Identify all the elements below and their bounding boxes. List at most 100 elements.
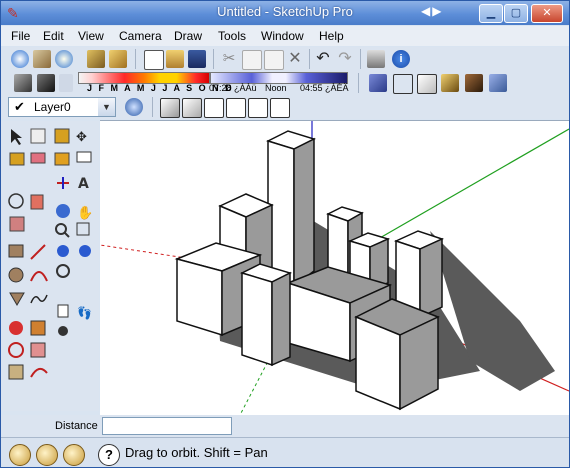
- line-icon[interactable]: [30, 244, 46, 260]
- pan-icon[interactable]: [56, 204, 70, 218]
- shadow-toolbar-grip: [59, 74, 73, 92]
- menu-camera[interactable]: Camera: [119, 29, 162, 43]
- delete-icon[interactable]: ✕: [286, 50, 304, 68]
- front-right-building[interactable]: [354, 298, 440, 411]
- toolbar-separator: [135, 49, 136, 69]
- print-icon[interactable]: [367, 50, 385, 68]
- tape-measure-icon[interactable]: [57, 304, 69, 318]
- arc-icon[interactable]: [30, 271, 48, 282]
- distance-input[interactable]: [102, 417, 232, 435]
- display-shadows-icon[interactable]: [37, 74, 55, 92]
- menu-window[interactable]: Window: [261, 29, 304, 43]
- layer-dropdown[interactable]: ✔ Layer0 ▼: [8, 97, 116, 117]
- look-around-icon[interactable]: [58, 326, 68, 336]
- menu-tools[interactable]: Tools: [218, 29, 246, 43]
- front-view-icon[interactable]: [204, 98, 224, 118]
- scene-canvas[interactable]: [100, 121, 569, 415]
- move-icon[interactable]: ✥: [76, 130, 87, 145]
- orbit-icon[interactable]: [8, 193, 24, 209]
- push-pull-icon[interactable]: [54, 128, 70, 144]
- circle-icon[interactable]: [8, 267, 24, 283]
- left-view-icon[interactable]: [270, 98, 290, 118]
- iso-view-icon[interactable]: [160, 98, 180, 118]
- modeling-viewport[interactable]: [100, 120, 569, 415]
- model-info-icon[interactable]: i: [392, 50, 410, 68]
- standard-toolbar: ✂ ✕ ↶ ↷ i: [1, 47, 569, 71]
- save-icon[interactable]: [188, 50, 206, 68]
- geo-location-icon[interactable]: [9, 444, 31, 466]
- menu-help[interactable]: Help: [319, 29, 344, 43]
- xray-style-icon[interactable]: [369, 74, 387, 92]
- orbit-globe-icon[interactable]: [11, 50, 29, 68]
- undo-icon[interactable]: ↶: [314, 50, 332, 68]
- zoom-extents-icon[interactable]: [79, 245, 91, 257]
- zoom-window-icon[interactable]: [76, 222, 90, 236]
- layer-manager-icon[interactable]: [125, 98, 143, 116]
- time-end-label: 04:55 ¿ÀÈÄ: [300, 83, 349, 93]
- minimize-button[interactable]: ▁: [479, 4, 503, 23]
- protractor-icon[interactable]: [8, 364, 24, 380]
- paste-icon[interactable]: [264, 50, 284, 70]
- section-plane-icon[interactable]: [30, 194, 44, 210]
- toolbar-separator: [309, 49, 310, 69]
- nav-arrows-icon[interactable]: ◀▶: [421, 4, 455, 22]
- select-tool-icon[interactable]: [11, 129, 22, 145]
- shaded-textures-icon[interactable]: [465, 74, 483, 92]
- back-view-icon[interactable]: [248, 98, 268, 118]
- monochrome-style-icon[interactable]: [489, 74, 507, 92]
- scale-icon[interactable]: [30, 320, 46, 336]
- make-component-icon[interactable]: [30, 128, 46, 144]
- shadow-settings-icon[interactable]: [14, 74, 32, 92]
- follow-me-icon[interactable]: [54, 152, 70, 166]
- shaded-style-icon[interactable]: [441, 74, 459, 92]
- axes-icon[interactable]: [57, 177, 69, 189]
- offset-icon[interactable]: [8, 342, 24, 358]
- rectangle-icon[interactable]: [8, 244, 24, 258]
- import-icon[interactable]: [33, 50, 51, 68]
- user-account-icon[interactable]: [63, 444, 85, 466]
- check-icon: ✔: [14, 99, 25, 114]
- menu-draw[interactable]: Draw: [174, 29, 202, 43]
- zoom-icon[interactable]: [55, 223, 70, 238]
- help-icon[interactable]: ?: [98, 444, 120, 466]
- footprints-icon[interactable]: 👣: [77, 305, 92, 320]
- menu-file[interactable]: File: [11, 29, 30, 43]
- maximize-button[interactable]: ▢: [504, 4, 528, 23]
- previous-view-icon[interactable]: [57, 245, 69, 257]
- credits-icon[interactable]: [36, 444, 58, 466]
- eraser-icon[interactable]: [30, 152, 46, 164]
- hand-pan-icon[interactable]: ✋: [77, 205, 93, 221]
- cut-icon[interactable]: ✂: [220, 50, 238, 68]
- top-view-icon[interactable]: [182, 98, 202, 118]
- tall-tower[interactable]: [265, 130, 317, 288]
- measurements-bar: Distance: [1, 415, 569, 437]
- app-window: ✎ Untitled - SketchUp Pro ◀▶ ▁ ▢ ✕ File …: [0, 0, 570, 468]
- freehand-icon[interactable]: [30, 294, 48, 304]
- front-left-tower[interactable]: [239, 263, 293, 367]
- text-tool-icon[interactable]: [76, 151, 92, 163]
- new-file-icon[interactable]: [144, 50, 164, 70]
- hidden-line-style-icon[interactable]: [417, 74, 437, 94]
- rotate-icon[interactable]: [9, 321, 23, 335]
- menu-edit[interactable]: Edit: [43, 29, 64, 43]
- follow-path-icon[interactable]: [30, 342, 46, 358]
- chevron-down-icon[interactable]: ▼: [98, 98, 115, 116]
- copy-icon[interactable]: [242, 50, 262, 70]
- redo-icon[interactable]: ↷: [336, 50, 354, 68]
- open-folder-icon[interactable]: [166, 50, 184, 68]
- walk-icon[interactable]: [9, 216, 25, 232]
- components-icon[interactable]: [87, 50, 105, 68]
- paint-bucket-icon[interactable]: [9, 152, 25, 166]
- dimension-icon[interactable]: [30, 367, 48, 378]
- menu-view[interactable]: View: [78, 29, 104, 43]
- status-message: Drag to orbit. Shift = Pan: [125, 445, 268, 460]
- zoom-selection-icon[interactable]: [56, 264, 70, 278]
- get-models-icon[interactable]: [55, 50, 73, 68]
- close-button[interactable]: ✕: [531, 4, 563, 23]
- 3d-text-icon[interactable]: A: [78, 176, 89, 192]
- wireframe-style-icon[interactable]: [393, 74, 413, 94]
- polygon-icon[interactable]: [9, 292, 25, 306]
- toolbar-separator: [360, 49, 361, 69]
- share-component-icon[interactable]: [109, 50, 127, 68]
- right-view-icon[interactable]: [226, 98, 246, 118]
